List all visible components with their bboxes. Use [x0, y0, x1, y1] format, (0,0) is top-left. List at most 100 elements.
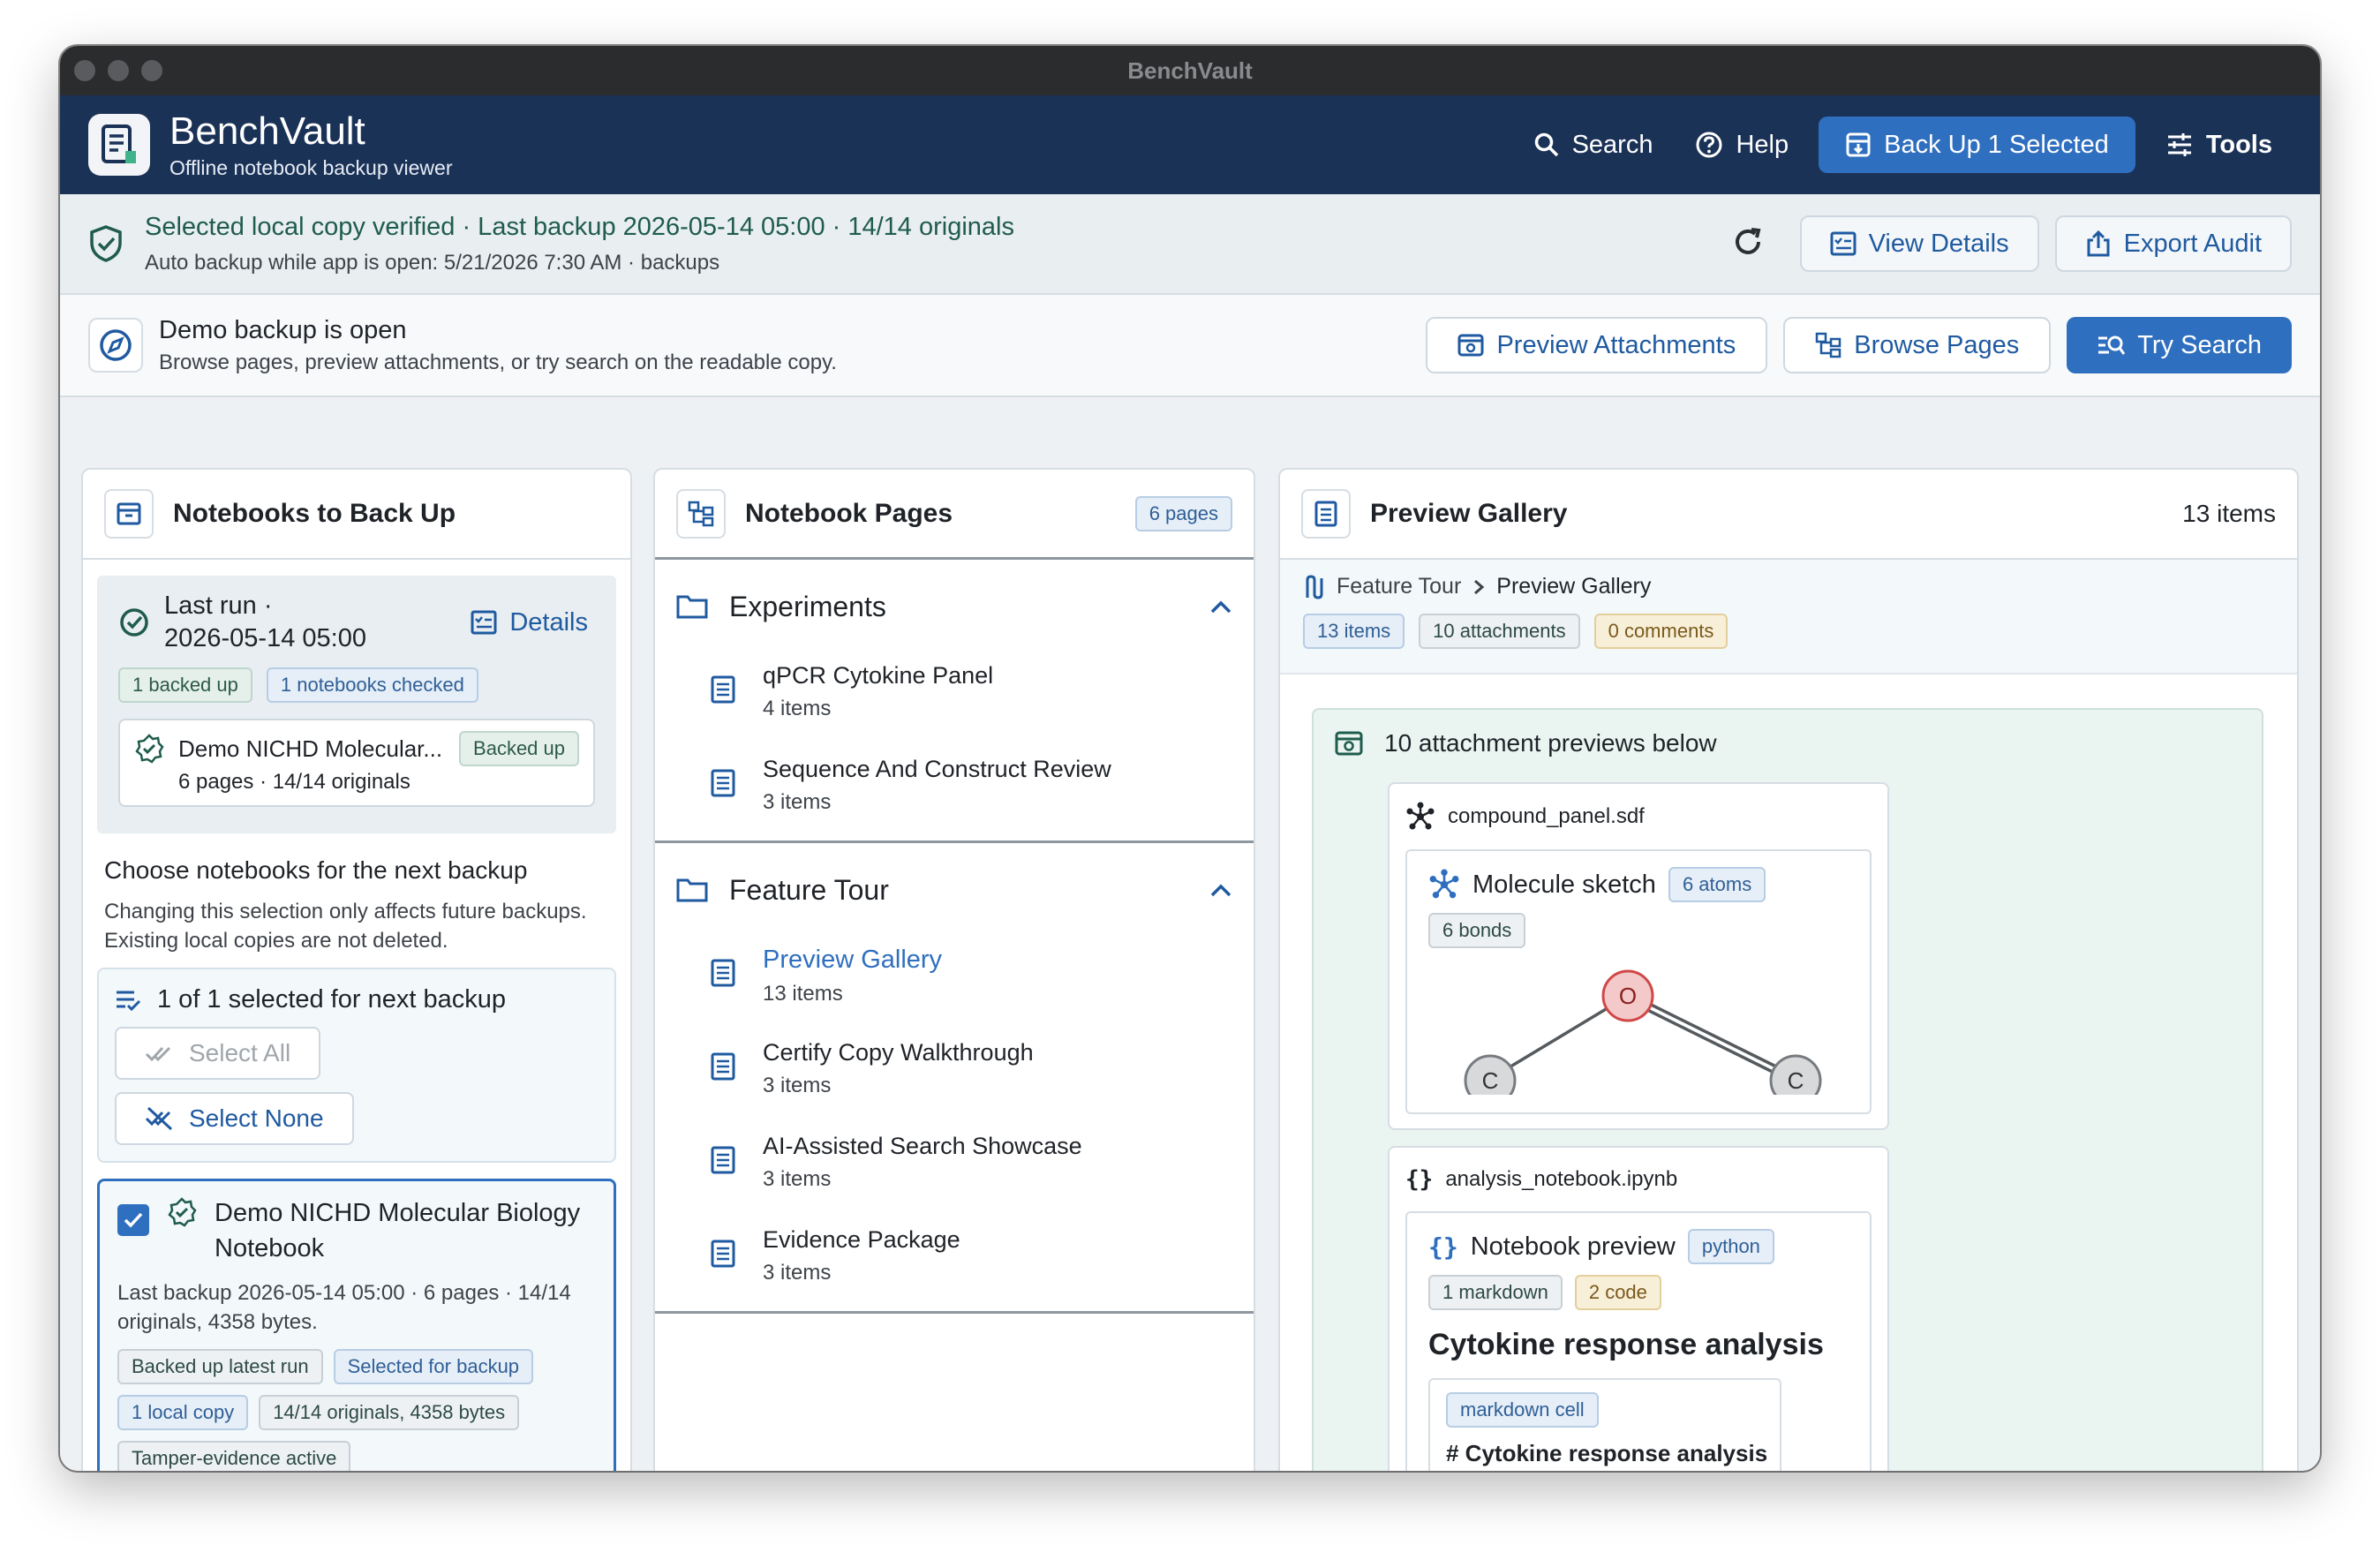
export-audit-button[interactable]: Export Audit — [2054, 215, 2292, 272]
items-chip: 13 items — [1303, 614, 1405, 649]
share-icon — [2087, 230, 2110, 257]
document-icon — [1301, 489, 1351, 539]
notebook-preview: {} Notebook preview python 1 markdown 2 … — [1405, 1211, 1872, 1471]
refresh-icon — [1735, 227, 1761, 254]
last-run-time: 2026-05-14 05:00 — [164, 624, 366, 652]
notebook-pages-title: Notebook Pages — [745, 498, 953, 528]
close-window-button[interactable] — [74, 60, 95, 81]
checklist-icon — [471, 610, 497, 635]
notebook-selection-card[interactable]: Demo NICHD Molecular Biology Notebook La… — [97, 1179, 616, 1471]
notebook-preview-title: Notebook preview — [1470, 1232, 1676, 1261]
notebook-checkbox[interactable] — [117, 1204, 149, 1236]
check-circle-icon — [120, 608, 148, 637]
page-item-ai-search[interactable]: AI-Assisted Search Showcase 3 items — [655, 1124, 1254, 1217]
comments-chip: 0 comments — [1593, 614, 1729, 649]
browse-pages-button[interactable]: Browse Pages — [1783, 317, 2052, 373]
page-item-preview-gallery[interactable]: Preview Gallery 13 items — [655, 937, 1254, 1030]
page-icon — [711, 1240, 735, 1268]
backup-icon — [1846, 132, 1871, 157]
minimize-window-button[interactable] — [108, 60, 129, 81]
folder-icon — [676, 878, 708, 902]
preview-attachments-button[interactable]: Preview Attachments — [1426, 317, 1768, 373]
preview-gallery-panel: Preview Gallery 13 items Feature Tour Pr… — [1278, 468, 2299, 1471]
try-search-button[interactable]: Try Search — [2067, 317, 2292, 373]
refresh-button[interactable] — [1731, 225, 1765, 263]
page-name: Certify Copy Walkthrough — [763, 1039, 1034, 1066]
last-run-notebook-card[interactable]: Demo NICHD Molecular... Backed up 6 page… — [118, 719, 595, 807]
page-count: 13 items — [763, 982, 843, 1006]
notebook-heading: Cytokine response analysis — [1428, 1328, 1824, 1361]
molecule-preview: Molecule sketch 6 atoms 6 bonds O C C — [1405, 849, 1872, 1114]
svg-text:O: O — [1619, 983, 1637, 1009]
checklist-icon — [1830, 231, 1857, 256]
page-item-qpcr[interactable]: qPCR Cytokine Panel 4 items — [655, 653, 1254, 747]
tools-button[interactable]: Tools — [2144, 117, 2293, 173]
page-count: 4 items — [763, 697, 832, 720]
bonds-chip: 6 bonds — [1428, 913, 1526, 948]
folder-experiments[interactable]: Experiments — [655, 560, 1254, 653]
help-button[interactable]: Help — [1674, 117, 1810, 173]
folder-feature-tour[interactable]: Feature Tour — [655, 843, 1254, 937]
search-list-icon — [2098, 335, 2126, 355]
app-subtitle: Offline notebook backup viewer — [169, 155, 453, 179]
window-controls — [74, 60, 162, 81]
attachment-card-ipynb[interactable]: {} analysis_notebook.ipynb {} Notebook p… — [1388, 1146, 1889, 1471]
backed-up-latest-chip: Backed up latest run — [117, 1349, 323, 1384]
attachment-filename: analysis_notebook.ipynb — [1445, 1167, 1678, 1191]
preview-attachments-label: Preview Attachments — [1496, 330, 1736, 359]
local-copy-chip: 1 local copy — [117, 1395, 249, 1430]
status-sub-text: Auto backup while app is open: 5/21/2026… — [145, 250, 720, 275]
notebook-pages-panel: Notebook Pages 6 pages Experiments qPCR … — [653, 468, 1255, 1471]
page-name: Sequence And Construct Review — [763, 756, 1111, 782]
help-label: Help — [1736, 130, 1789, 159]
divider — [655, 1311, 1254, 1314]
carbon-atom: C — [1464, 1054, 1517, 1107]
search-button[interactable]: Search — [1512, 117, 1675, 173]
select-none-label: Select None — [189, 1104, 324, 1132]
page-icon — [711, 1146, 735, 1174]
chevron-right-icon — [1474, 579, 1485, 594]
chevron-up-icon[interactable] — [1209, 882, 1232, 898]
try-search-label: Try Search — [2137, 330, 2262, 359]
svg-text:C: C — [1482, 1067, 1499, 1094]
back-up-selected-button[interactable]: Back Up 1 Selected — [1819, 117, 2135, 173]
folder-label: Feature Tour — [729, 873, 889, 906]
status-main-text: Selected local copy verified · Last back… — [145, 212, 1014, 241]
selected-count-text: 1 of 1 selected for next backup — [157, 985, 506, 1014]
notebooks-panel: Notebooks to Back Up Last run · 2026-05-… — [81, 468, 632, 1471]
app-name: BenchVault — [169, 109, 365, 153]
language-chip: python — [1687, 1229, 1774, 1264]
svg-text:C: C — [1788, 1067, 1804, 1094]
breadcrumb-parent[interactable]: Feature Tour — [1337, 574, 1461, 599]
zoom-window-button[interactable] — [141, 60, 162, 81]
last-run-label: Last run · — [164, 592, 273, 620]
tamper-evidence-chip: Tamper-evidence active — [117, 1441, 351, 1471]
page-item-evidence-package[interactable]: Evidence Package 3 items — [655, 1217, 1254, 1311]
page-item-sequence[interactable]: Sequence And Construct Review 3 items — [655, 747, 1254, 840]
details-button[interactable]: Details — [471, 608, 588, 637]
page-name: AI-Assisted Search Showcase — [763, 1133, 1082, 1159]
brand: BenchVault Offline notebook backup viewe… — [169, 109, 453, 180]
page-item-certify-copy[interactable]: Certify Copy Walkthrough 3 items — [655, 1030, 1254, 1124]
shield-check-icon — [90, 225, 122, 262]
list-check-icon — [117, 991, 141, 1011]
choose-notebooks-description: Changing this selection only affects fut… — [104, 900, 587, 953]
choose-notebooks-title: Choose notebooks for the next backup — [104, 856, 528, 884]
page-icon — [711, 769, 735, 797]
view-details-button[interactable]: View Details — [1799, 215, 2039, 272]
demo-subtitle: Browse pages, preview attachments, or tr… — [159, 350, 837, 374]
last-run-notebook-meta: 6 pages · 14/14 originals — [178, 770, 410, 794]
attachment-previews-section: 10 attachment previews below compound_pa… — [1312, 708, 2263, 1471]
remove-check-icon — [145, 1106, 173, 1131]
molecule-sketch: O C C — [1464, 969, 1822, 1107]
chevron-up-icon[interactable] — [1209, 599, 1232, 614]
select-all-button[interactable]: Select All — [115, 1027, 321, 1080]
double-check-icon — [145, 1046, 171, 1062]
markdown-count-chip: 1 markdown — [1428, 1275, 1563, 1310]
folder-icon — [676, 595, 708, 619]
select-none-button[interactable]: Select None — [115, 1092, 354, 1145]
last-run-notebook-name: Demo NICHD Molecular... — [178, 735, 443, 762]
demo-banner: Demo backup is open Browse pages, previe… — [60, 295, 2320, 397]
backed-up-status-chip: Backed up — [459, 731, 579, 766]
attachment-card-sdf[interactable]: compound_panel.sdf Molecule sketch 6 ato… — [1388, 782, 1889, 1130]
